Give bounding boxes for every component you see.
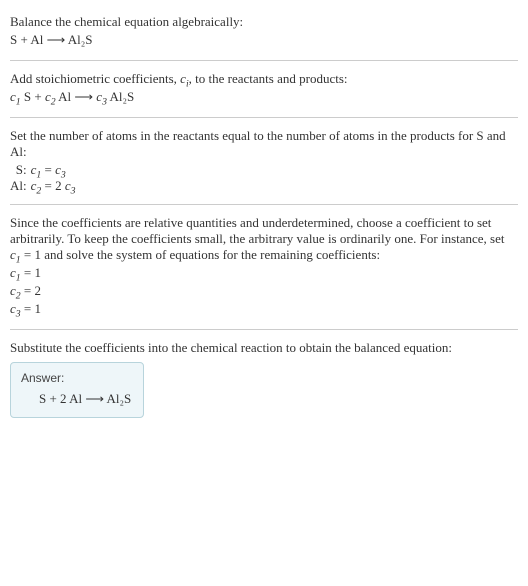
solve-c1: c1 bbox=[10, 247, 21, 262]
coeff-text-a: Add stoichiometric coefficients, bbox=[10, 71, 180, 86]
balance-text: Set the number of atoms in the reactants… bbox=[10, 128, 518, 160]
c1: c1 bbox=[10, 89, 21, 104]
section-result: Substitute the coefficients into the che… bbox=[10, 330, 518, 428]
r3: Al₂S bbox=[107, 89, 134, 104]
c2: c2 bbox=[45, 89, 56, 104]
solution-c3: c3 = 1 bbox=[10, 301, 518, 317]
solve-text-b: = 1 and solve the system of equations fo… bbox=[21, 247, 380, 262]
coeff-text-b: , to the reactants and products: bbox=[189, 71, 348, 86]
solution-c1: c1 = 1 bbox=[10, 265, 518, 281]
section-coefficients: Add stoichiometric coefficients, ci, to … bbox=[10, 61, 518, 118]
intro-text: Balance the chemical equation algebraica… bbox=[10, 14, 518, 30]
solve-text-a: Since the coefficients are relative quan… bbox=[10, 215, 505, 246]
balance-equations: S: c1 = c3 Al: c2 = 2 c3 bbox=[10, 162, 82, 194]
section-atom-balance: Set the number of atoms in the reactants… bbox=[10, 118, 518, 205]
table-row: S: c1 = c3 bbox=[10, 162, 82, 178]
section-intro: Balance the chemical equation algebraica… bbox=[10, 4, 518, 61]
row-eq: c1 = c3 bbox=[31, 162, 82, 178]
row-eq: c2 = 2 c3 bbox=[31, 178, 82, 194]
balanced-equation: S + 2 Al ⟶ Al₂S bbox=[21, 391, 131, 407]
r2: Al ⟶ bbox=[56, 89, 97, 104]
row-label: S: bbox=[10, 162, 31, 178]
result-text: Substitute the coefficients into the che… bbox=[10, 340, 518, 356]
coeff-equation: c1 S + c2 Al ⟶ c3 Al₂S bbox=[10, 89, 518, 105]
solve-text: Since the coefficients are relative quan… bbox=[10, 215, 518, 263]
section-solve: Since the coefficients are relative quan… bbox=[10, 205, 518, 330]
solution-c2: c2 = 2 bbox=[10, 283, 518, 299]
coeff-ci: ci bbox=[180, 71, 189, 86]
answer-box: Answer: S + 2 Al ⟶ Al₂S bbox=[10, 362, 144, 418]
unbalanced-equation: S + Al ⟶ Al₂S bbox=[10, 32, 518, 48]
row-label: Al: bbox=[10, 178, 31, 194]
c3: c3 bbox=[96, 89, 107, 104]
answer-label: Answer: bbox=[21, 371, 131, 385]
table-row: Al: c2 = 2 c3 bbox=[10, 178, 82, 194]
r1: S + bbox=[21, 89, 45, 104]
coeff-text: Add stoichiometric coefficients, ci, to … bbox=[10, 71, 518, 87]
